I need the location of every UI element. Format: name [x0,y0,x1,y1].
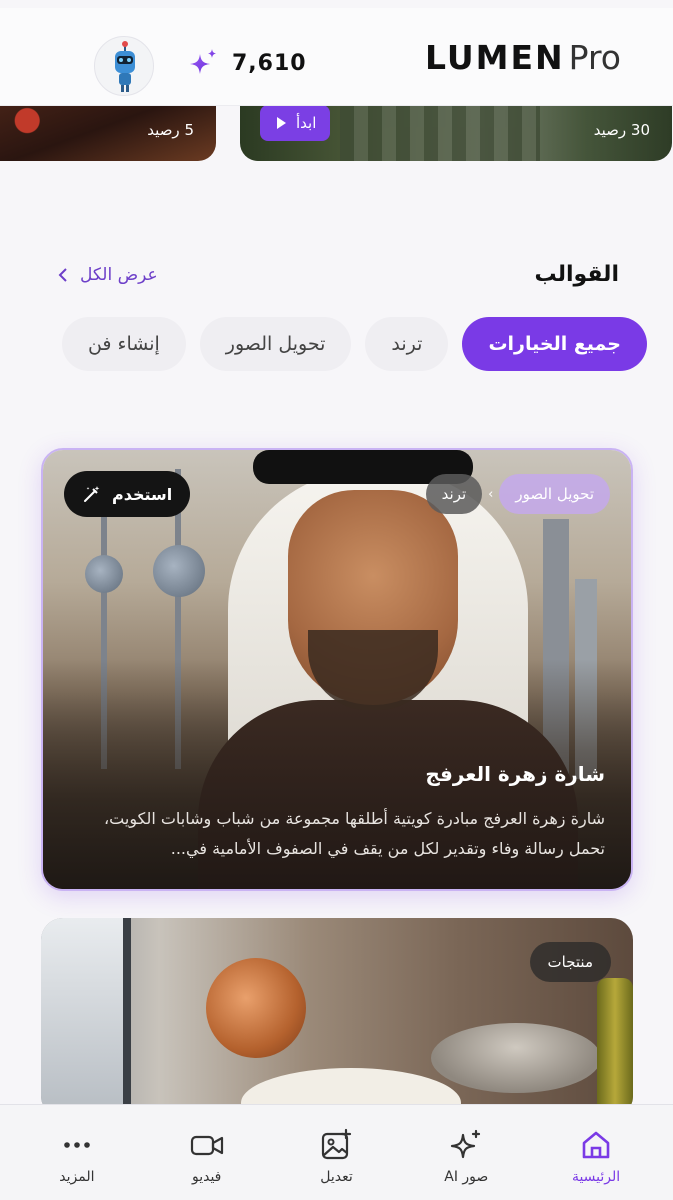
use-template-button[interactable]: استخدم [64,471,191,517]
nav-edit[interactable]: تعديل [281,1105,391,1200]
nav-home[interactable]: الرئيسية [541,1105,651,1200]
pan-image [206,958,306,1058]
image-edit-icon [322,1128,352,1160]
section-title: القوالب [534,262,619,287]
app-logo[interactable]: LUMEN Pro [425,38,621,78]
see-all-link[interactable]: عرض الكل [58,265,158,285]
plates-image [431,1023,601,1093]
nav-edit-label: تعديل [320,1169,353,1185]
nav-ai-images[interactable]: صور AI [411,1105,521,1200]
video-camera-icon [190,1135,223,1156]
bottom-nav: الرئيسية صور AI تعديل فيديو المزيد [0,1104,673,1200]
credits-balance[interactable]: 7,610 [186,46,307,80]
robot-avatar[interactable] [94,36,154,96]
start-button[interactable]: ابدأ [260,105,331,141]
brand-main: LUMEN [424,38,565,77]
chip-create-art[interactable]: إنشاء فن [61,317,186,371]
nav-more-label: المزيد [59,1169,95,1185]
tag-trend: ترند [425,474,483,514]
chip-photo-transform[interactable]: تحويل الصور [199,317,352,371]
card-title: شارة زهرة العرفج [425,762,605,786]
more-dots-icon [64,1142,90,1148]
nav-video-label: فيديو [191,1169,222,1185]
chip-trend[interactable]: ترند [365,317,449,371]
card-description: شارة زهرة العرفج مبادرة كويتية أطلقها مج… [104,809,605,858]
play-icon [277,117,286,129]
robot-icon [115,41,135,92]
see-all-label: عرض الكل [80,265,158,285]
credit-price: 30 رصيد [593,121,650,139]
template-card[interactable]: ترند › تحويل الصور استخدم شارة زهرة العر… [41,448,633,891]
sparkles-icon [451,1129,481,1159]
home-icon [582,1131,610,1159]
credit-price: 5 رصيد [147,121,194,139]
app-header: LUMEN Pro 7,610 [0,8,673,106]
template-card[interactable]: منتجات [41,918,633,1118]
nav-home-label: الرئيسية [571,1169,621,1185]
brand-sub: Pro [568,38,621,77]
credits-count: 7,610 [232,50,307,76]
start-label: ابدأ [296,114,317,132]
nav-video[interactable]: فيديو [152,1105,262,1200]
tag-photo-transform: تحويل الصور [499,474,610,514]
garden-image [340,100,540,161]
nav-ai-images-label: صور AI [444,1169,489,1185]
tag-products: منتجات [529,942,611,982]
chevron-left-icon [58,268,67,282]
chevron-right-icon: › [488,486,494,502]
card-tags: ترند › تحويل الصور [425,474,610,514]
filter-chips: جميع الخيارات ترند تحويل الصور إنشاء فن [61,317,647,371]
use-label: استخدم [112,484,173,504]
nav-more[interactable]: المزيد [22,1105,132,1200]
magic-wand-icon [84,486,100,502]
chip-all[interactable]: جميع الخيارات [462,317,647,371]
sparkles-icon [190,49,216,74]
bottle-image [597,978,633,1118]
